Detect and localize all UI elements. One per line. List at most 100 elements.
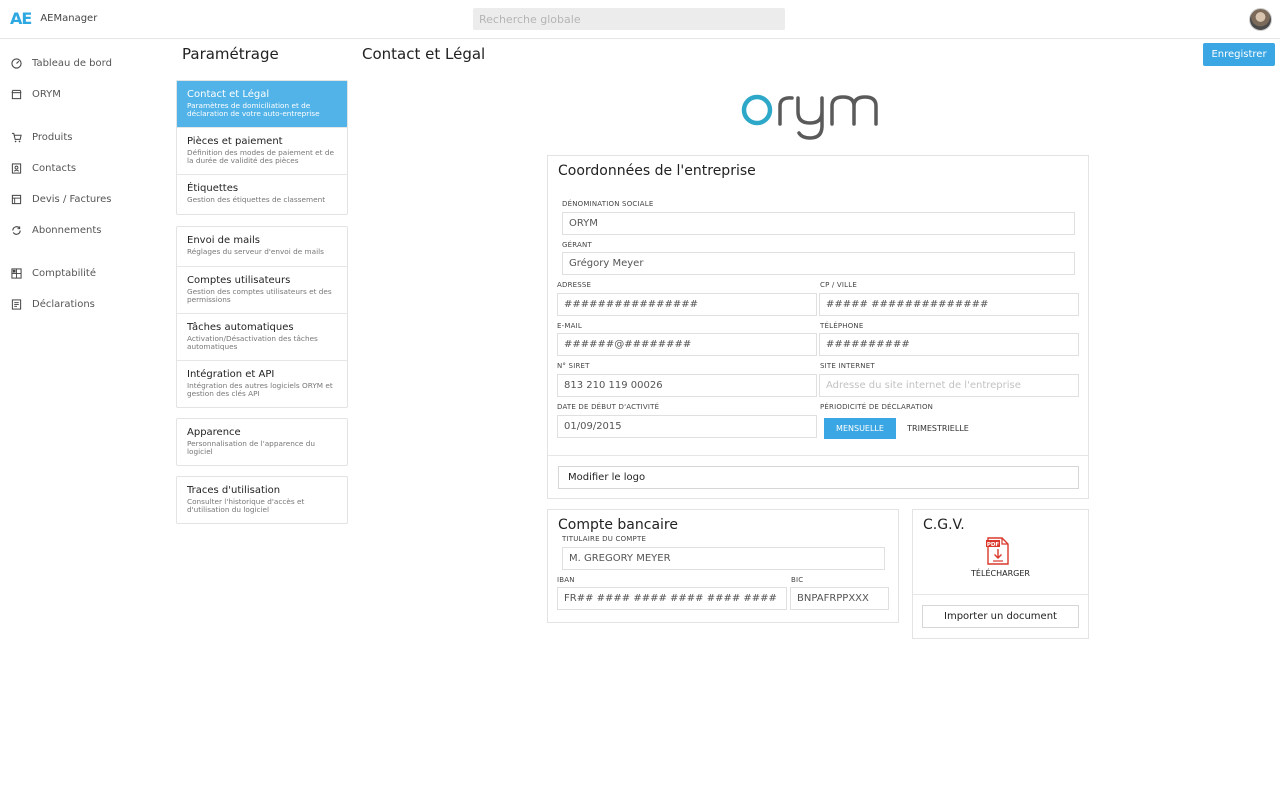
email-label: E-MAIL [557,322,582,330]
accounting-icon [10,267,22,279]
menu-item-title: Pièces et paiement [187,136,283,147]
store-icon [10,88,22,100]
iban-input[interactable] [557,587,787,610]
refresh-icon [10,224,22,236]
company-card-title: Coordonnées de l'entreprise [558,163,756,179]
settings-menu-group: Contact et Légal Paramètres de domicilia… [176,80,348,215]
menu-item-description: Consulter l'historique d'accès et d'util… [187,497,305,514]
holder-label: TITULAIRE DU COMPTE [562,535,647,543]
sidebar-item-label: ORYM [32,88,61,100]
denomination-input[interactable] [562,212,1075,235]
menu-item-description: Définition des modes de paiement et de l… [187,148,334,165]
pdf-download-icon[interactable]: PDF [985,536,1011,566]
website-label: SITE INTERNET [820,362,875,370]
declaration-icon [10,298,22,310]
siret-input[interactable] [557,374,817,397]
iban-label: IBAN [557,576,575,584]
global-search-input[interactable] [473,8,785,30]
period-monthly-button[interactable]: MENSUELLE [824,418,896,439]
manager-input[interactable] [562,252,1075,275]
sidebar-item-label: Produits [32,131,73,143]
import-document-button[interactable]: Importer un document [922,605,1079,628]
phone-input[interactable] [819,333,1079,356]
bic-input[interactable] [790,587,889,610]
settings-menu-item-contact[interactable]: Contact et Légal Paramètres de domicilia… [177,81,347,128]
menu-item-description: Gestion des comptes utilisateurs et des … [187,287,332,304]
sidebar-item-orym[interactable]: ORYM [10,88,61,100]
menu-item-description: Gestion des étiquettes de classement [187,195,326,204]
menu-item-description: Personnalisation de l'apparence du logic… [187,439,315,456]
settings-menu-item-mail[interactable]: Envoi de mails Réglages du serveur d'env… [177,227,347,267]
settings-menu-item-users[interactable]: Comptes utilisateurs Gestion des comptes… [177,267,347,314]
divider [913,594,1088,595]
menu-item-title: Contact et Légal [187,89,270,100]
save-button[interactable]: Enregistrer [1203,43,1275,66]
sidebar-item-products[interactable]: Produits [10,131,72,143]
menu-item-description: Intégration des autres logiciels ORYM et… [187,381,333,398]
phone-label: TÉLÉPHONE [820,322,864,330]
cgv-download-label[interactable]: TÉLÉCHARGER [913,569,1088,578]
sidebar-item-declarations[interactable]: Déclarations [10,298,95,310]
settings-menu-item-api[interactable]: Intégration et API Intégration des autre… [177,361,347,407]
sidebar-item-label: Abonnements [32,224,102,236]
website-input[interactable] [819,374,1079,397]
menu-item-description: Activation/Désactivation des tâches auto… [187,334,318,351]
sidebar-item-subscriptions[interactable]: Abonnements [10,224,102,236]
menu-item-title: Intégration et API [187,369,275,380]
manager-label: GÉRANT [562,241,592,249]
city-input[interactable] [819,293,1079,316]
menu-item-title: Apparence [187,427,241,438]
city-label: CP / VILLE [820,281,857,289]
menu-item-title: Envoi de mails [187,235,260,246]
settings-menu-group: Apparence Personnalisation de l'apparenc… [176,418,348,466]
bank-card: Compte bancaire TITULAIRE DU COMPTE IBAN… [547,509,899,623]
pdf-badge: PDF [987,542,1000,548]
sidebar-item-label: Comptabilité [32,267,96,279]
sidebar-item-invoices[interactable]: Devis / Factures [10,193,111,205]
settings-menu-item-payment[interactable]: Pièces et paiement Définition des modes … [177,128,347,175]
divider [548,455,1088,456]
cgv-card: C.G.V. PDF TÉLÉCHARGER Importer un docum… [912,509,1089,639]
bic-label: BIC [791,576,804,584]
settings-menu-item-traces[interactable]: Traces d'utilisation Consulter l'histori… [177,477,347,523]
edit-logo-button[interactable]: Modifier le logo [558,466,1079,489]
settings-menu-group: Envoi de mails Réglages du serveur d'env… [176,226,348,408]
email-input[interactable] [557,333,817,356]
cart-icon [10,131,22,143]
menu-item-description: Paramètres de domiciliation et de déclar… [187,101,320,118]
menu-item-title: Étiquettes [187,183,239,194]
orym-logo [741,94,878,140]
sidebar-item-accounting[interactable]: Comptabilité [10,267,96,279]
period-label: PÉRIODICITÉ DE DÉCLARATION [820,403,934,411]
settings-menu-item-appearance[interactable]: Apparence Personnalisation de l'apparenc… [177,419,347,465]
contact-icon [10,162,22,174]
sidebar-item-dashboard[interactable]: Tableau de bord [10,57,112,69]
start-date-label: DATE DE DÉBUT D'ACTIVITÉ [557,403,660,411]
period-quarterly-button[interactable]: TRIMESTRIELLE [900,418,976,439]
bank-card-title: Compte bancaire [558,517,678,533]
user-avatar[interactable] [1249,8,1272,31]
address-input[interactable] [557,293,817,316]
start-date-input[interactable] [557,415,817,438]
dashboard-icon [10,57,22,69]
sidebar-item-contacts[interactable]: Contacts [10,162,76,174]
settings-menu-item-tasks[interactable]: Tâches automatiques Activation/Désactiva… [177,314,347,361]
settings-menu-item-labels[interactable]: Étiquettes Gestion des étiquettes de cla… [177,175,347,214]
denomination-label: DÉNOMINATION SOCIALE [562,200,654,208]
app-name: AEManager [40,13,98,24]
settings-title: Paramétrage [182,45,279,63]
sidebar-item-label: Tableau de bord [32,57,112,69]
siret-label: N° SIRET [557,362,590,370]
holder-input[interactable] [562,547,885,570]
settings-menu-group: Traces d'utilisation Consulter l'histori… [176,476,348,524]
menu-item-title: Comptes utilisateurs [187,275,291,286]
cgv-card-title: C.G.V. [923,517,965,533]
sidebar-item-label: Déclarations [32,298,95,310]
app-logo-icon: AE [10,9,32,28]
top-bar: AE AEManager [0,0,1280,39]
company-card: Coordonnées de l'entreprise DÉNOMINATION… [547,155,1089,499]
brand[interactable]: AE AEManager [10,9,97,28]
sidebar-item-label: Devis / Factures [32,193,112,205]
page-title: Contact et Légal [362,45,486,63]
menu-item-title: Traces d'utilisation [187,485,281,496]
